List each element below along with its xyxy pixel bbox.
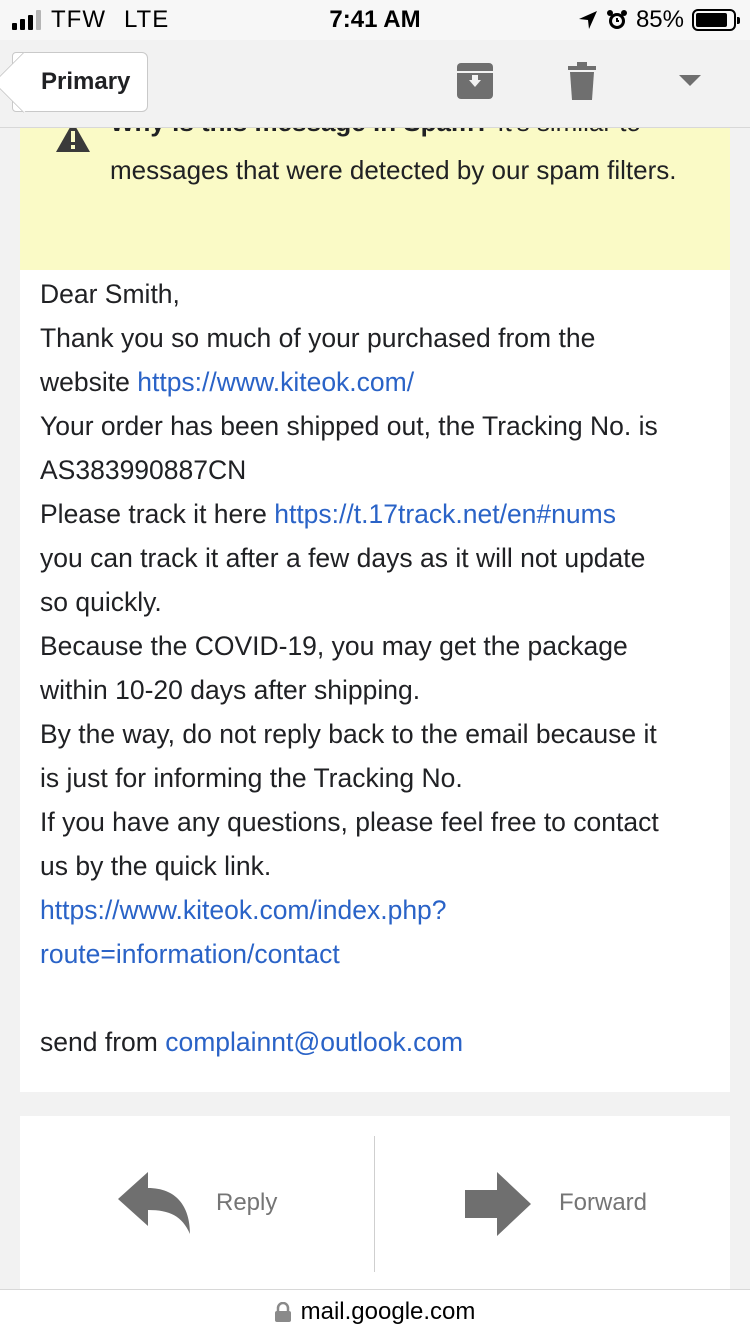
body-line: If you have any questions, please feel f… — [40, 807, 659, 837]
body-line: us by the quick link. — [40, 851, 272, 881]
trash-icon — [568, 62, 596, 100]
body-line: By the way, do not reply back to the ema… — [40, 719, 657, 749]
alarm-clock-icon — [606, 10, 627, 29]
battery-icon — [692, 9, 740, 31]
body-line: is just for informing the Tracking No. — [40, 763, 463, 793]
chevron-down-icon — [679, 75, 701, 86]
body-line: you can track it after a few days as it … — [40, 543, 646, 573]
sender-email-link[interactable]: complainnt@outlook.com — [165, 1027, 463, 1057]
warning-icon — [56, 128, 90, 152]
spam-warning-title: Why is this message in Spam? — [110, 128, 490, 137]
status-right: 85% — [578, 6, 740, 34]
body-line: send from complainnt@outlook.com — [40, 1020, 720, 1064]
email-body: Dear Smith, Thank you so much of your pu… — [40, 272, 720, 1064]
email-message-card: Why is this message in Spam? It's simila… — [20, 128, 730, 1092]
body-line: Because the COVID-19, you may get the pa… — [40, 631, 628, 661]
reply-label: Reply — [216, 1189, 278, 1216]
body-line: so quickly. — [40, 587, 162, 617]
reply-button[interactable]: Reply — [20, 1116, 374, 1289]
reply-forward-card: Reply Forward — [20, 1116, 730, 1289]
tracking-number: AS383990887CN — [40, 455, 247, 485]
spam-warning-banner: Why is this message in Spam? It's simila… — [20, 128, 730, 270]
greeting: Dear Smith, — [40, 279, 180, 309]
body-line: website https://www.kiteok.com/ — [40, 360, 720, 404]
browser-url-bar[interactable]: mail.google.com — [0, 1289, 750, 1334]
more-options-button[interactable] — [676, 60, 704, 102]
archive-icon — [457, 63, 493, 99]
contact-link-line: https://www.kiteok.com/index.php? — [40, 888, 720, 932]
body-line: Please track it here https://t.17track.n… — [40, 492, 720, 536]
forward-arrow-icon — [465, 1172, 531, 1236]
lock-icon — [274, 1302, 291, 1322]
body-text: website — [40, 367, 130, 397]
mail-toolbar: Primary — [0, 40, 750, 128]
contact-link[interactable]: route=information/contact — [40, 939, 340, 969]
reply-arrow-icon — [118, 1172, 190, 1234]
body-line: Thank you so much of your purchased from… — [40, 323, 596, 353]
contact-link[interactable]: https://www.kiteok.com/index.php? — [40, 895, 447, 925]
url-domain: mail.google.com — [300, 1298, 476, 1325]
status-bar: TFW LTE 7:41 AM 85% — [0, 0, 750, 40]
website-link[interactable]: https://www.kiteok.com/ — [137, 367, 414, 397]
body-text: send from — [40, 1027, 158, 1057]
tracking-link[interactable]: https://t.17track.net/en#nums — [274, 499, 616, 529]
back-to-primary-button[interactable]: Primary — [12, 52, 148, 112]
forward-label: Forward — [559, 1189, 648, 1216]
body-line: Your order has been shipped out, the Tra… — [40, 411, 658, 441]
forward-button[interactable]: Forward — [375, 1116, 730, 1289]
delete-button[interactable] — [563, 60, 601, 102]
back-button-label: Primary — [41, 68, 131, 95]
archive-button[interactable] — [455, 60, 495, 102]
body-text: Please track it here — [40, 499, 267, 529]
spam-warning-text: Why is this message in Spam? It's simila… — [110, 128, 710, 194]
location-arrow-icon — [578, 11, 597, 29]
contact-link-line: route=information/contact — [40, 932, 720, 976]
battery-percent: 85% — [635, 6, 684, 33]
body-line: within 10-20 days after shipping. — [40, 675, 421, 705]
